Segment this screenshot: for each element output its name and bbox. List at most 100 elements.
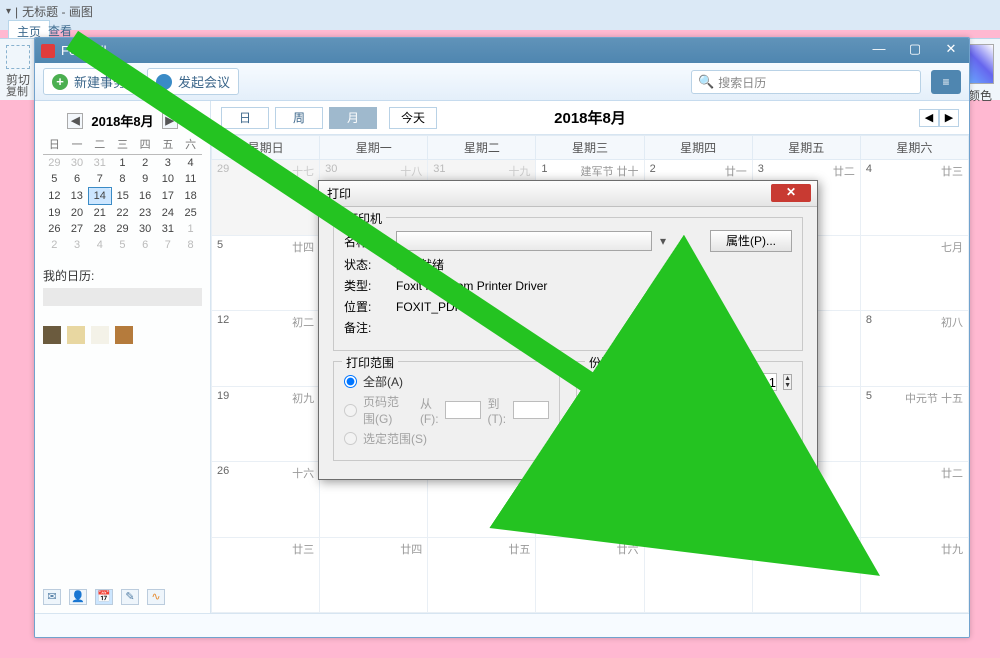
big-day-cell[interactable]: 廿六	[536, 537, 644, 613]
mini-day[interactable]: 8	[111, 171, 134, 188]
mini-day[interactable]: 31	[88, 155, 111, 172]
mini-day[interactable]: 7	[88, 171, 111, 188]
big-day-cell[interactable]: 8初八	[860, 311, 968, 387]
big-day-cell[interactable]: 廿三	[212, 537, 320, 613]
mini-day[interactable]: 2	[134, 155, 157, 172]
big-day-cell[interactable]: 廿七	[644, 537, 752, 613]
mini-day[interactable]: 17	[157, 188, 180, 205]
mini-day[interactable]: 9	[134, 171, 157, 188]
my-calendar-item[interactable]	[43, 288, 202, 306]
big-day-cell[interactable]: 廿八	[752, 537, 860, 613]
big-day-cell[interactable]: 廿五	[428, 537, 536, 613]
mini-day[interactable]: 3	[66, 237, 89, 253]
mini-day[interactable]: 21	[88, 205, 111, 222]
mini-day[interactable]: 25	[179, 205, 202, 222]
clock-icon	[156, 74, 172, 90]
print-dialog-title: 打印	[327, 185, 351, 202]
rss-icon[interactable]: ∿	[147, 589, 165, 605]
big-day-cell[interactable]: 廿九	[860, 537, 968, 613]
mini-day[interactable]: 14	[88, 188, 111, 205]
print-ok-button[interactable]: 确定	[619, 477, 697, 499]
copies-input[interactable]	[731, 373, 777, 391]
mini-day[interactable]: 10	[157, 171, 180, 188]
minimize-icon[interactable]: —	[865, 41, 893, 57]
search-calendar-input[interactable]: 🔍 搜索日历	[691, 70, 921, 94]
mini-day[interactable]: 2	[43, 237, 66, 253]
mail-icon[interactable]: ✉	[43, 589, 61, 605]
mini-day[interactable]: 31	[157, 221, 180, 237]
mini-day[interactable]: 28	[88, 221, 111, 237]
ribbon-copy[interactable]: 复制	[6, 83, 28, 99]
mini-day[interactable]: 4	[88, 237, 111, 253]
view-bar: 日 周 月 今天 2018年8月 ◀ ▶	[211, 101, 969, 135]
view-week-button[interactable]: 周	[275, 107, 323, 129]
big-day-cell[interactable]: 26十六	[212, 462, 320, 538]
mini-day[interactable]: 23	[134, 205, 157, 222]
big-day-cell[interactable]: 5中元节 十五	[860, 386, 968, 462]
big-day-cell[interactable]: 廿四	[320, 537, 428, 613]
mini-day[interactable]: 30	[134, 221, 157, 237]
mini-day[interactable]: 3	[157, 155, 180, 172]
mini-day[interactable]: 5	[111, 237, 134, 253]
big-day-cell[interactable]: 廿二	[860, 462, 968, 538]
printer-properties-button[interactable]: 属性(P)...	[710, 230, 792, 252]
notes-icon[interactable]: ✎	[121, 589, 139, 605]
foxmail-title-text: Foxmail	[61, 43, 107, 58]
mini-day[interactable]: 20	[66, 205, 89, 222]
mini-day[interactable]: 11	[179, 171, 202, 188]
mini-day[interactable]: 26	[43, 221, 66, 237]
mini-day[interactable]: 24	[157, 205, 180, 222]
mini-calendar[interactable]: 日一二三四五六293031123456789101112131415161718…	[43, 134, 202, 253]
calendar-icon[interactable]: 📅	[95, 589, 113, 605]
mini-day[interactable]: 1	[179, 221, 202, 237]
ribbon-cut[interactable]: 剪切	[6, 45, 30, 88]
mini-day[interactable]: 18	[179, 188, 202, 205]
start-meeting-button[interactable]: 发起会议	[147, 68, 239, 95]
close-icon[interactable]: ✕	[937, 41, 965, 57]
mini-next-button[interactable]: ▶	[162, 113, 178, 129]
printer-name-select[interactable]	[396, 231, 652, 251]
view-day-button[interactable]: 日	[221, 107, 269, 129]
copies-up-button[interactable]: ▲	[784, 375, 791, 382]
big-day-cell[interactable]: 5廿四	[212, 235, 320, 311]
copies-down-button[interactable]: ▼	[784, 382, 791, 389]
mini-day[interactable]: 13	[66, 188, 89, 205]
mini-day[interactable]: 30	[66, 155, 89, 172]
big-day-cell[interactable]: 4廿三	[860, 160, 968, 236]
today-button[interactable]: 今天	[389, 107, 437, 129]
mini-day[interactable]: 22	[111, 205, 134, 222]
mini-day[interactable]: 5	[43, 171, 66, 188]
big-day-cell[interactable]: 七月	[860, 235, 968, 311]
mini-day[interactable]: 7	[157, 237, 180, 253]
big-day-cell[interactable]: 19初九	[212, 386, 320, 462]
view-month-button[interactable]: 月	[329, 107, 377, 129]
mini-day[interactable]: 29	[43, 155, 66, 172]
new-task-button[interactable]: + 新建事务	[43, 68, 135, 95]
maximize-icon[interactable]: ▢	[901, 41, 929, 57]
list-view-button[interactable]: ≡	[931, 70, 961, 94]
mini-day[interactable]: 29	[111, 221, 134, 237]
mini-day[interactable]: 12	[43, 188, 66, 205]
dialog-close-button[interactable]: ✕	[771, 184, 811, 202]
big-day-cell[interactable]: 12初二	[212, 311, 320, 387]
printer-where: FOXIT_PDF:	[396, 300, 465, 314]
mini-day[interactable]: 4	[179, 155, 202, 172]
mini-prev-button[interactable]: ◀	[67, 113, 83, 129]
big-next-button[interactable]: ▶	[939, 109, 959, 127]
range-all-radio[interactable]	[344, 375, 357, 388]
contacts-icon[interactable]: 👤	[69, 589, 87, 605]
color-label: 颜色	[968, 87, 992, 104]
mini-day[interactable]: 19	[43, 205, 66, 222]
print-cancel-button[interactable]: 取消	[711, 477, 789, 499]
mini-day[interactable]: 6	[134, 237, 157, 253]
big-day-cell[interactable]: 29十七	[212, 160, 320, 236]
big-prev-button[interactable]: ◀	[919, 109, 939, 127]
mini-day[interactable]: 27	[66, 221, 89, 237]
mini-day[interactable]: 1	[111, 155, 134, 172]
mini-day[interactable]: 15	[111, 188, 134, 205]
mini-day[interactable]: 16	[134, 188, 157, 205]
mini-day[interactable]: 6	[66, 171, 89, 188]
sidebar: ◀ 2018年8月 ▶ 日一二三四五六293031123456789101112…	[35, 101, 211, 613]
color-swatch[interactable]	[968, 44, 994, 84]
mini-day[interactable]: 8	[179, 237, 202, 253]
